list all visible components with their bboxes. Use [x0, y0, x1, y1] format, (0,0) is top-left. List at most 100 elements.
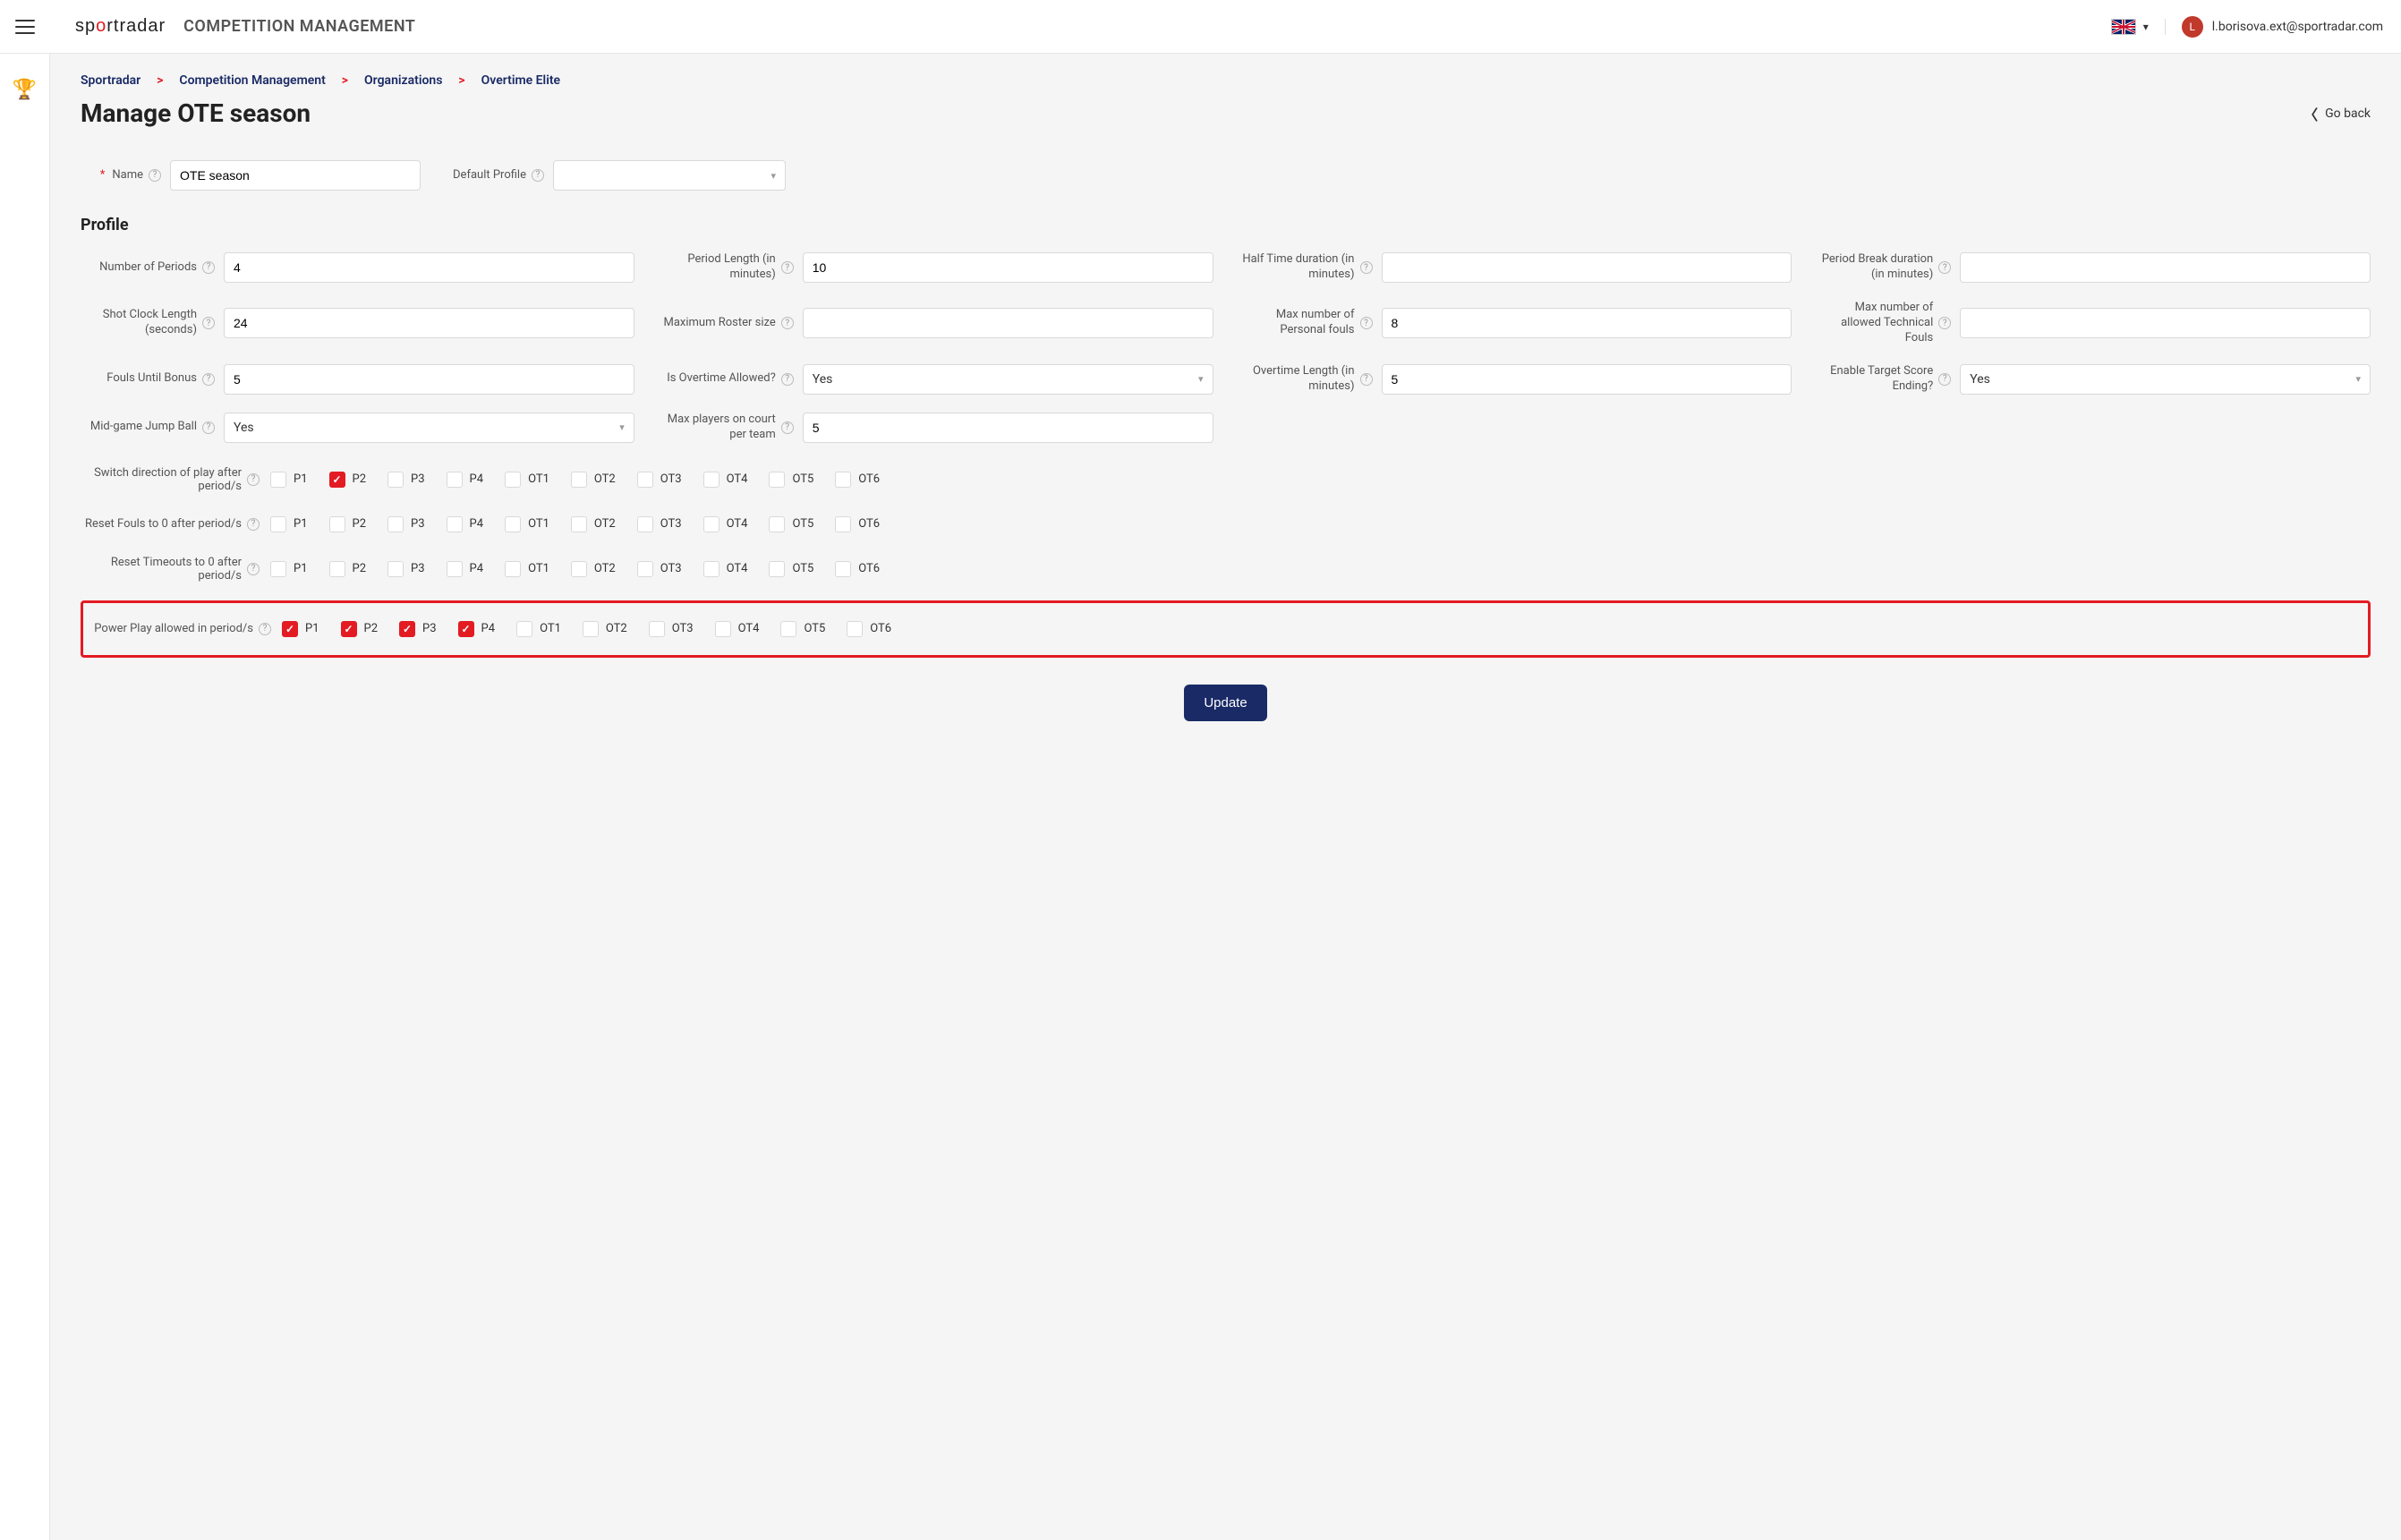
- help-icon[interactable]: ?: [247, 518, 260, 531]
- help-icon[interactable]: ?: [247, 563, 260, 575]
- max-tech-fouls-input[interactable]: [1960, 308, 2371, 338]
- checkbox[interactable]: [387, 516, 404, 532]
- help-icon[interactable]: ?: [1938, 317, 1951, 329]
- checkbox[interactable]: [329, 516, 345, 532]
- midgame-jump-select[interactable]: Yes▾: [224, 413, 634, 443]
- checkbox[interactable]: [505, 516, 521, 532]
- checkbox[interactable]: ✓: [329, 472, 345, 488]
- checkbox[interactable]: [516, 621, 532, 637]
- fouls-until-bonus-input[interactable]: [224, 364, 634, 395]
- go-back-link[interactable]: 〈 Go back: [2303, 103, 2371, 124]
- checkbox[interactable]: ✓: [282, 621, 298, 637]
- name-input[interactable]: [170, 160, 421, 191]
- app-title: COMPETITION MANAGEMENT: [183, 17, 415, 36]
- help-icon[interactable]: ?: [149, 169, 161, 182]
- field-label: Is Overtime Allowed?: [667, 371, 776, 387]
- checkbox[interactable]: [703, 516, 719, 532]
- checkbox-item: OT2: [571, 561, 616, 577]
- breadcrumb-item[interactable]: Competition Management: [179, 73, 325, 88]
- update-button[interactable]: Update: [1184, 685, 1266, 721]
- checkbox[interactable]: [835, 472, 851, 488]
- checkbox[interactable]: ✓: [458, 621, 474, 637]
- checkbox-label: P2: [353, 517, 367, 531]
- flag-uk-icon: [2111, 19, 2136, 35]
- help-icon[interactable]: ?: [247, 473, 260, 486]
- breadcrumb-item[interactable]: Overtime Elite: [481, 73, 560, 88]
- default-profile-select[interactable]: ▾: [553, 160, 786, 191]
- half-time-input[interactable]: [1382, 252, 1792, 283]
- checkbox[interactable]: [505, 472, 521, 488]
- hamburger-menu[interactable]: [0, 0, 50, 54]
- checkbox[interactable]: [387, 472, 404, 488]
- field-default-profile: Default Profile ? ▾: [446, 160, 786, 191]
- checkbox[interactable]: [835, 516, 851, 532]
- help-icon[interactable]: ?: [259, 623, 271, 635]
- target-score-select[interactable]: Yes▾: [1960, 364, 2371, 395]
- language-picker[interactable]: ▾: [2111, 19, 2166, 35]
- checkbox[interactable]: [505, 561, 521, 577]
- checkbox[interactable]: [769, 561, 785, 577]
- checkbox[interactable]: [780, 621, 796, 637]
- help-icon[interactable]: ?: [1360, 373, 1373, 386]
- field-label: Max number of Personal fouls: [1239, 308, 1355, 338]
- help-icon[interactable]: ?: [202, 421, 215, 434]
- help-icon[interactable]: ?: [202, 373, 215, 386]
- checkbox-label: P4: [481, 622, 496, 635]
- max-players-input[interactable]: [803, 413, 1213, 443]
- help-icon[interactable]: ?: [781, 421, 794, 434]
- checkbox[interactable]: [387, 561, 404, 577]
- help-icon[interactable]: ?: [202, 261, 215, 274]
- checkbox-item: OT6: [847, 621, 891, 637]
- trophy-icon[interactable]: 🏆: [13, 79, 37, 101]
- checkbox[interactable]: [769, 472, 785, 488]
- period-length-input[interactable]: [803, 252, 1213, 283]
- help-icon[interactable]: ?: [1360, 261, 1373, 274]
- checkbox[interactable]: [769, 516, 785, 532]
- checkbox-item: OT3: [637, 516, 682, 532]
- help-icon[interactable]: ?: [532, 169, 544, 182]
- checkbox[interactable]: [637, 516, 653, 532]
- help-icon[interactable]: ?: [781, 373, 794, 386]
- checkbox[interactable]: [715, 621, 731, 637]
- checkbox[interactable]: [637, 561, 653, 577]
- breadcrumb-item[interactable]: Sportradar: [81, 73, 140, 88]
- number-of-periods-input[interactable]: [224, 252, 634, 283]
- chevron-down-icon: ▾: [619, 421, 625, 433]
- help-icon[interactable]: ?: [1360, 317, 1373, 329]
- checkbox[interactable]: [649, 621, 665, 637]
- checkbox[interactable]: ✓: [399, 621, 415, 637]
- checkbox[interactable]: [270, 516, 286, 532]
- checkbox[interactable]: [329, 561, 345, 577]
- checkbox[interactable]: [835, 561, 851, 577]
- overtime-length-input[interactable]: [1382, 364, 1792, 395]
- checkbox[interactable]: [703, 472, 719, 488]
- checkbox[interactable]: [447, 561, 463, 577]
- overtime-allowed-select[interactable]: Yes▾: [803, 364, 1213, 395]
- help-icon[interactable]: ?: [781, 261, 794, 274]
- max-personal-fouls-input[interactable]: [1382, 308, 1792, 338]
- checkbox-label: P2: [353, 472, 367, 486]
- checkbox[interactable]: [571, 516, 587, 532]
- help-icon[interactable]: ?: [781, 317, 794, 329]
- checkbox[interactable]: [847, 621, 863, 637]
- checkbox[interactable]: [270, 561, 286, 577]
- checkbox[interactable]: [637, 472, 653, 488]
- checkbox[interactable]: [447, 516, 463, 532]
- checkbox[interactable]: [447, 472, 463, 488]
- checkbox[interactable]: [270, 472, 286, 488]
- checkbox[interactable]: [571, 472, 587, 488]
- checkbox[interactable]: [571, 561, 587, 577]
- chevron-down-icon: ▾: [2143, 21, 2149, 33]
- max-roster-input[interactable]: [803, 308, 1213, 338]
- help-icon[interactable]: ?: [202, 317, 215, 329]
- checkbox[interactable]: ✓: [341, 621, 357, 637]
- help-icon[interactable]: ?: [1938, 261, 1951, 274]
- checkbox[interactable]: [583, 621, 599, 637]
- shot-clock-input[interactable]: [224, 308, 634, 338]
- checkbox[interactable]: [703, 561, 719, 577]
- help-icon[interactable]: ?: [1938, 373, 1951, 386]
- user-menu[interactable]: L l.borisova.ext@sportradar.com: [2182, 16, 2383, 38]
- breadcrumb-item[interactable]: Organizations: [364, 73, 442, 88]
- period-break-input[interactable]: [1960, 252, 2371, 283]
- logo[interactable]: sportradar: [75, 16, 166, 37]
